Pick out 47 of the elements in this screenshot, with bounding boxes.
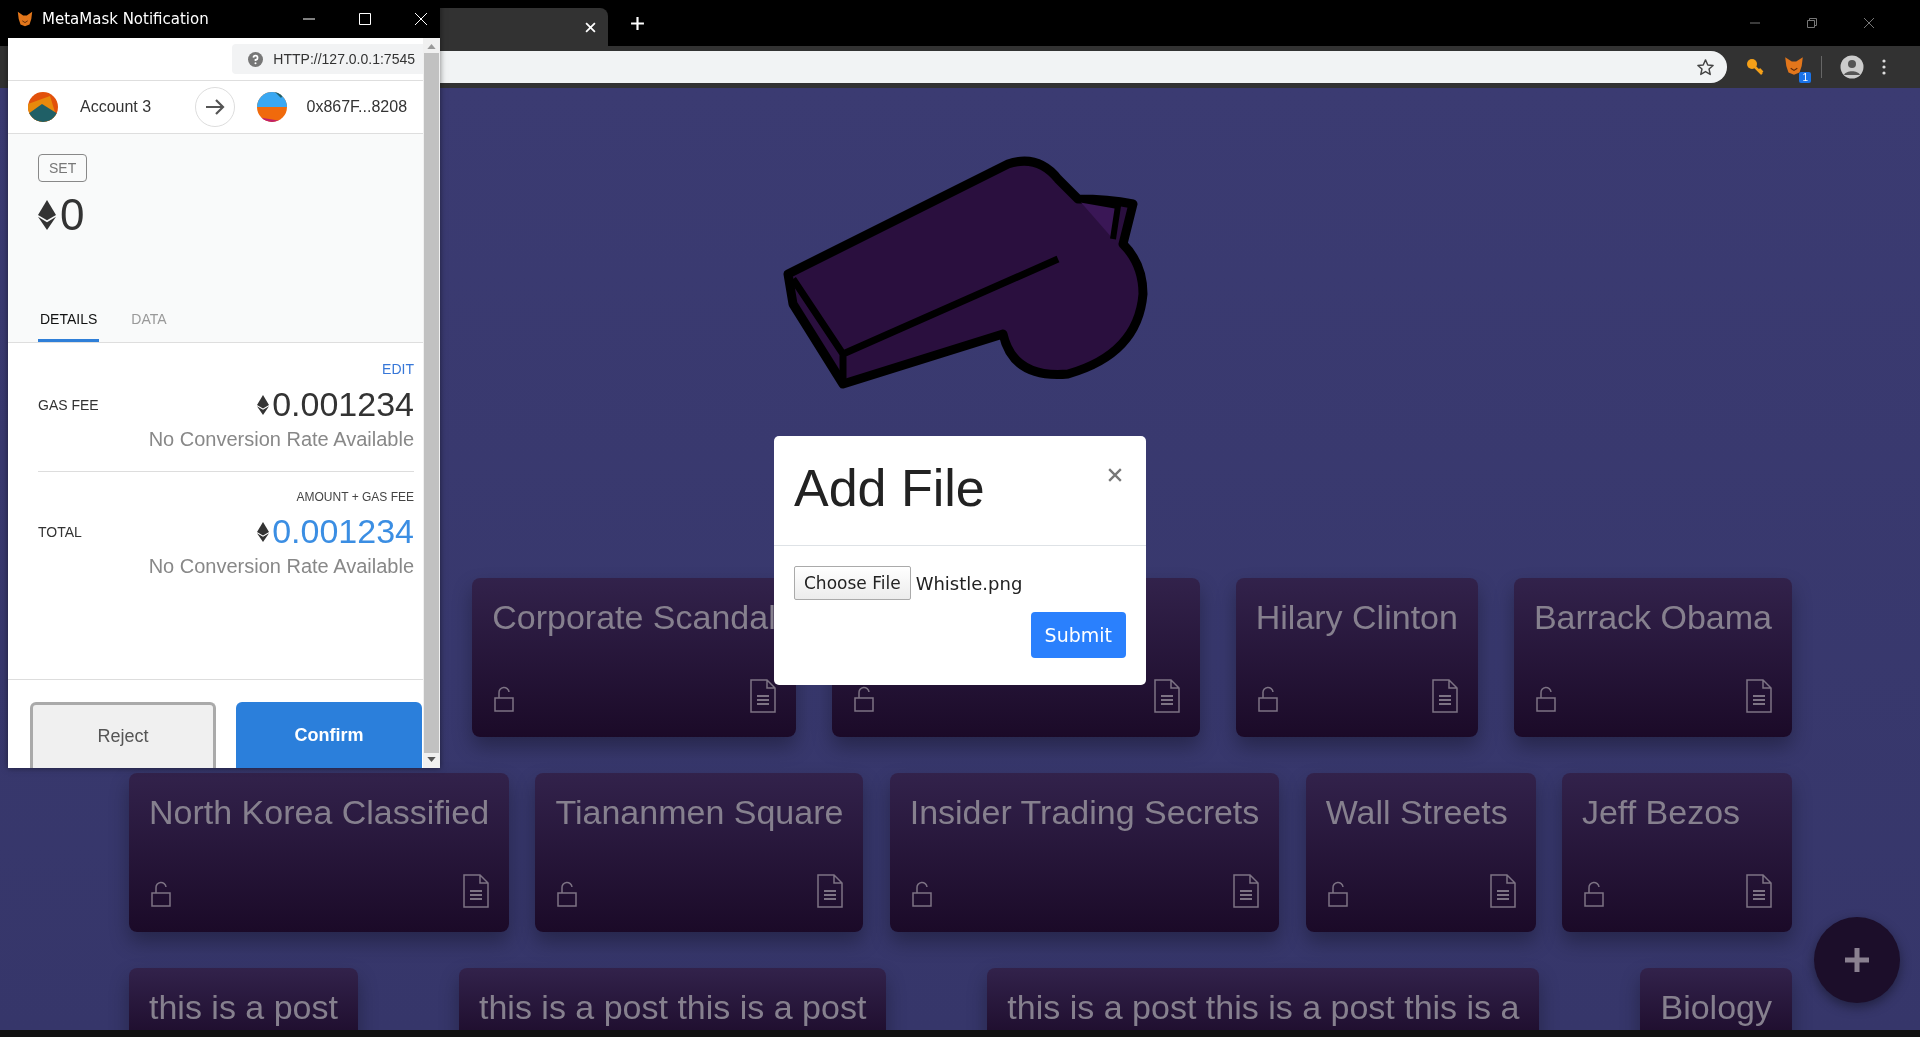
- file-name: Whistle.png: [915, 572, 1023, 594]
- card-title: this is a post this is a post: [478, 987, 867, 1027]
- card-title: Wall Streets: [1325, 792, 1509, 832]
- card-title: this is a post: [149, 987, 338, 1027]
- dialog-title: Add File: [794, 458, 985, 518]
- post-card[interactable]: Barrack Obama: [1513, 578, 1792, 737]
- post-card[interactable]: this is a post: [129, 968, 358, 1030]
- conversion-note: No Conversion Rate Available: [148, 555, 414, 578]
- post-card[interactable]: Corporate Scandal: [472, 578, 796, 737]
- card-title: Barrack Obama: [1533, 597, 1772, 637]
- notification-badge: 1: [1799, 72, 1811, 83]
- confirm-button[interactable]: Confirm: [236, 702, 422, 768]
- card-title: Biology: [1660, 987, 1772, 1027]
- recipient-address: 0x867F...8208: [306, 98, 408, 116]
- post-card[interactable]: Insider Trading Secrets: [889, 773, 1280, 932]
- post-card[interactable]: Hilary Clinton: [1235, 578, 1478, 737]
- card-title: Hilary Clinton: [1255, 597, 1458, 637]
- fee-label: TOTAL: [38, 523, 82, 540]
- post-card[interactable]: this is a post this is a post this is a: [987, 968, 1540, 1030]
- fee-value: 0.001234: [272, 512, 414, 551]
- choose-file-button[interactable]: Choose File: [794, 566, 911, 600]
- window-title: MetaMask Notification: [42, 10, 209, 28]
- card-title: Corporate Scandal: [492, 597, 776, 637]
- post-card[interactable]: North Korea Classified: [129, 773, 510, 932]
- submit-button[interactable]: Submit: [1030, 612, 1126, 658]
- card-title: North Korea Classified: [149, 792, 490, 832]
- card-title: Insider Trading Secrets: [909, 792, 1260, 832]
- account-name: Account 3: [80, 98, 152, 116]
- card-title: Tiananmen Square: [555, 792, 844, 832]
- post-card[interactable]: Biology: [1640, 968, 1792, 1030]
- edit-link[interactable]: EDIT: [382, 361, 414, 377]
- details-tab[interactable]: DATA: [129, 311, 169, 342]
- fee-caption: AMOUNT + GAS FEE: [296, 490, 414, 504]
- post-card[interactable]: Jeff Bezos: [1561, 773, 1792, 932]
- fee-label: GAS FEE: [38, 396, 99, 413]
- post-card[interactable]: Tiananmen Square: [535, 773, 864, 932]
- method-tag: SET: [38, 154, 88, 182]
- details-tab[interactable]: DETAILS: [38, 311, 100, 342]
- post-card[interactable]: this is a post this is a post: [458, 968, 887, 1030]
- fee-value: 0.001234: [272, 385, 414, 424]
- conversion-note: No Conversion Rate Available: [148, 428, 414, 451]
- origin-url: HTTP://127.0.0.1:7545: [273, 51, 415, 67]
- amount-value: 0: [60, 190, 85, 240]
- card-title: this is a post this is a post this is a: [1007, 987, 1520, 1027]
- card-title: Jeff Bezos: [1581, 792, 1742, 832]
- reject-button[interactable]: Reject: [30, 702, 216, 768]
- post-card[interactable]: Wall Streets: [1305, 773, 1536, 932]
